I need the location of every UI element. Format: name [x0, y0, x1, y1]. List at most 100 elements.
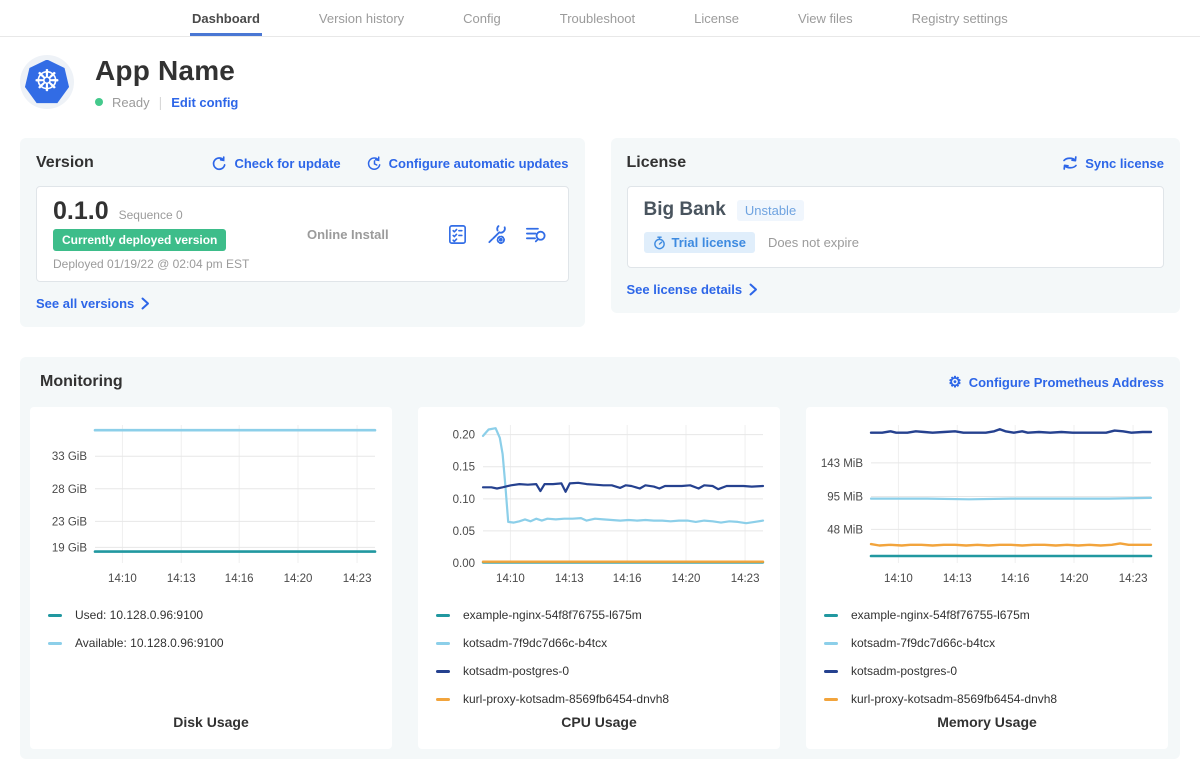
sync-icon — [1062, 156, 1078, 170]
svg-text:14:16: 14:16 — [1001, 573, 1030, 585]
chevron-right-icon — [749, 283, 758, 296]
edit-config-link[interactable]: Edit config — [171, 95, 238, 110]
monitoring-title: Monitoring — [40, 373, 123, 391]
tab-version-history[interactable]: Version history — [317, 0, 406, 36]
legend-label: kurl-proxy-kotsadm-8569fb6454-dnvh8 — [463, 692, 669, 706]
monitoring-card: Monitoring ⚙ Configure Prometheus Addres… — [20, 357, 1180, 759]
config-wrench-icon[interactable] — [485, 223, 508, 246]
svg-text:14:10: 14:10 — [496, 573, 525, 585]
chart-title-memory-usage: Memory Usage — [806, 714, 1168, 749]
chevron-right-icon — [141, 297, 150, 310]
svg-text:0.00: 0.00 — [453, 558, 475, 570]
legend-label: kotsadm-7f9dc7d66c-b4tcx — [851, 636, 995, 650]
tab-troubleshoot[interactable]: Troubleshoot — [558, 0, 637, 36]
svg-text:14:10: 14:10 — [108, 573, 137, 585]
legend-item: example-nginx-54f8f76755-l675m — [824, 601, 1168, 629]
app-name-title: App Name — [95, 55, 238, 87]
version-card-title: Version — [36, 154, 94, 172]
svg-text:14:20: 14:20 — [1060, 573, 1089, 585]
tab-license[interactable]: License — [692, 0, 741, 36]
legend-swatch-icon — [436, 642, 450, 645]
configure-automatic-updates-link[interactable]: Configure automatic updates — [367, 156, 569, 171]
svg-text:14:23: 14:23 — [731, 573, 760, 585]
chart-legend: example-nginx-54f8f76755-l675m kotsadm-7f… — [436, 601, 780, 713]
usage-chart-cpu-usage: 0.00 0.05 0.10 0.15 0.20 14:10 14:13 14:16 14:20… — [429, 417, 769, 589]
legend-item: kotsadm-7f9dc7d66c-b4tcx — [436, 629, 780, 657]
svg-text:14:13: 14:13 — [167, 573, 196, 585]
legend-swatch-icon — [824, 698, 838, 701]
legend-item: example-nginx-54f8f76755-l675m — [436, 601, 780, 629]
see-license-details-link[interactable]: See license details — [627, 282, 759, 297]
svg-text:14:13: 14:13 — [555, 573, 584, 585]
top-nav: Dashboard Version history Config Trouble… — [0, 0, 1200, 37]
channel-badge: Unstable — [737, 200, 804, 221]
legend-label: kurl-proxy-kotsadm-8569fb6454-dnvh8 — [851, 692, 1057, 706]
chart-card-cpu-usage: 0.00 0.05 0.10 0.15 0.20 14:10 14:13 14:16 14:20… — [418, 407, 780, 749]
chart-title-cpu-usage: CPU Usage — [418, 714, 780, 749]
legend-swatch-icon — [824, 642, 838, 645]
version-number: 0.1.0 — [53, 197, 109, 226]
legend-label: example-nginx-54f8f76755-l675m — [851, 608, 1030, 622]
legend-item: kotsadm-postgres-0 — [436, 657, 780, 685]
tab-view-files[interactable]: View files — [796, 0, 855, 36]
preflight-checks-icon[interactable] — [446, 223, 469, 246]
svg-text:23 GiB: 23 GiB — [52, 516, 87, 528]
schedule-icon — [367, 156, 382, 171]
svg-text:143 MiB: 143 MiB — [821, 458, 864, 470]
svg-text:14:20: 14:20 — [284, 573, 313, 585]
chart-card-memory-usage: 48 MiB95 MiB143 MiB14:1014:1314:1614:201… — [806, 407, 1168, 749]
license-card-title: License — [627, 154, 687, 172]
chart-title-disk-usage: Disk Usage — [30, 714, 392, 749]
svg-text:14:16: 14:16 — [613, 573, 642, 585]
app-logo: ☸ — [20, 55, 74, 109]
deployed-timestamp: Deployed 01/19/22 @ 02:04 pm EST — [53, 257, 271, 271]
legend-label: kotsadm-postgres-0 — [851, 664, 957, 678]
legend-label: kotsadm-7f9dc7d66c-b4tcx — [463, 636, 607, 650]
svg-text:95 MiB: 95 MiB — [827, 491, 863, 503]
sync-license-link[interactable]: Sync license — [1062, 156, 1164, 171]
tab-config[interactable]: Config — [461, 0, 503, 36]
legend-swatch-icon — [436, 670, 450, 673]
tab-registry-settings[interactable]: Registry settings — [910, 0, 1010, 36]
gear-icon: ⚙ — [948, 375, 961, 390]
check-for-update-link[interactable]: Check for update — [212, 156, 340, 171]
see-all-versions-link[interactable]: See all versions — [36, 296, 150, 311]
configure-prometheus-link[interactable]: ⚙ Configure Prometheus Address — [948, 375, 1164, 390]
legend-label: kotsadm-postgres-0 — [463, 664, 569, 678]
svg-text:0.15: 0.15 — [453, 462, 475, 474]
svg-text:19 GiB: 19 GiB — [52, 542, 87, 554]
svg-text:0.05: 0.05 — [453, 526, 475, 538]
refresh-icon — [212, 156, 227, 171]
customer-name: Big Bank — [644, 199, 726, 221]
app-status-text: Ready — [112, 95, 150, 110]
chart-card-disk-usage: 19 GiB23 GiB28 GiB33 GiB14:1014:1314:161… — [30, 407, 392, 749]
divider: | — [159, 94, 163, 110]
svg-text:0.10: 0.10 — [453, 494, 475, 506]
status-dot-icon — [95, 98, 103, 106]
dashboard-page: ☸ App Name Ready | Edit config Version — [0, 37, 1200, 759]
license-card: License Sync license Big Bank Unstable — [611, 138, 1181, 313]
install-type-label: Online Install — [271, 227, 446, 242]
svg-text:14:13: 14:13 — [943, 573, 972, 585]
svg-text:14:23: 14:23 — [343, 573, 372, 585]
stopwatch-icon — [653, 236, 666, 250]
deployed-badge: Currently deployed version — [53, 229, 226, 251]
svg-text:48 MiB: 48 MiB — [827, 524, 863, 536]
legend-label: example-nginx-54f8f76755-l675m — [463, 608, 642, 622]
sequence-label: Sequence 0 — [119, 208, 183, 222]
svg-text:14:20: 14:20 — [672, 573, 701, 585]
legend-swatch-icon — [48, 642, 62, 645]
view-logs-icon[interactable] — [524, 223, 548, 246]
legend-item: kotsadm-7f9dc7d66c-b4tcx — [824, 629, 1168, 657]
legend-item: Used: 10.128.0.96:9100 — [48, 601, 392, 629]
svg-text:14:16: 14:16 — [225, 573, 254, 585]
kubernetes-icon: ☸ — [25, 60, 70, 105]
svg-text:0.20: 0.20 — [453, 430, 475, 442]
svg-text:14:23: 14:23 — [1119, 573, 1148, 585]
legend-item: kurl-proxy-kotsadm-8569fb6454-dnvh8 — [824, 685, 1168, 713]
tab-dashboard[interactable]: Dashboard — [190, 0, 262, 36]
svg-text:28 GiB: 28 GiB — [52, 484, 87, 496]
legend-swatch-icon — [436, 698, 450, 701]
current-version-panel: 0.1.0 Sequence 0 Currently deployed vers… — [36, 186, 569, 282]
license-panel: Big Bank Unstable Trial license Does not… — [627, 186, 1165, 268]
